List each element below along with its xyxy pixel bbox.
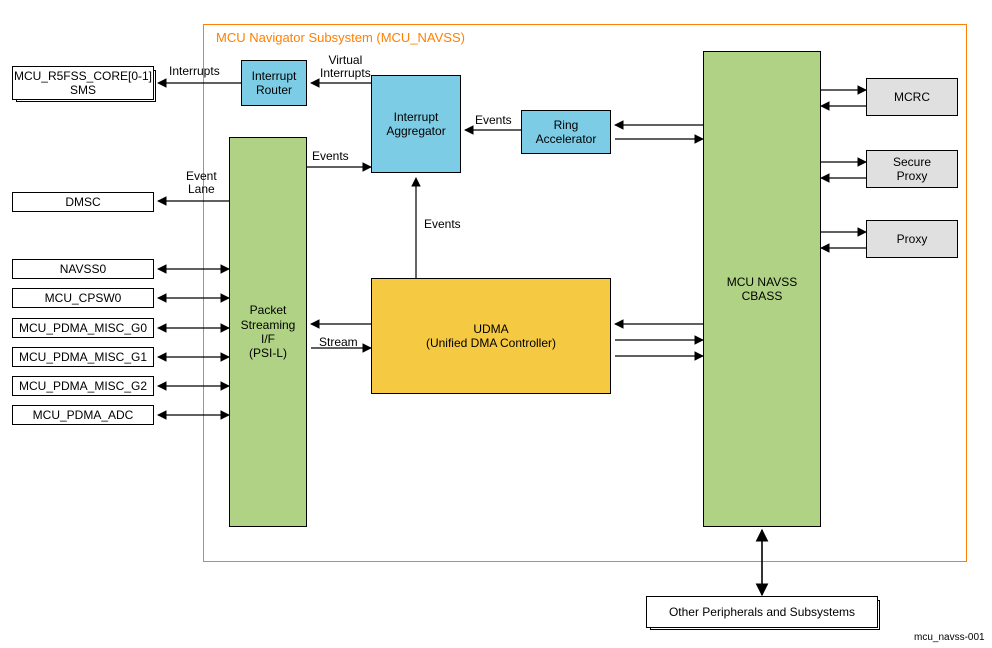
block-secure-proxy: Secure Proxy	[866, 150, 958, 188]
block-cpsw: MCU_CPSW0	[12, 288, 154, 308]
block-interrupt-aggregator: Interrupt Aggregator	[371, 75, 461, 173]
block-dmsc: DMSC	[12, 192, 154, 212]
lbl-stream: Stream	[319, 336, 358, 349]
lbl-interrupts: Interrupts	[169, 65, 220, 78]
block-cbass: MCU NAVSS CBASS	[703, 51, 821, 527]
lbl-event-lane: Event Lane	[186, 170, 217, 196]
block-mcrc: MCRC	[866, 78, 958, 116]
lbl-events2: Events	[312, 150, 349, 163]
block-psil: Packet Streaming I/F (PSI-L)	[229, 137, 307, 527]
figure-id: mcu_navss-001	[914, 632, 985, 643]
block-pdma-g0: MCU_PDMA_MISC_G0	[12, 318, 154, 338]
block-other-peripherals: Other Peripherals and Subsystems	[646, 596, 878, 628]
block-proxy: Proxy	[866, 220, 958, 258]
block-ring-accelerator: Ring Accelerator	[521, 110, 611, 154]
lbl-events1: Events	[475, 114, 512, 127]
block-navss0: NAVSS0	[12, 259, 154, 279]
lbl-events3: Events	[424, 218, 461, 231]
block-pdma-g1: MCU_PDMA_MISC_G1	[12, 347, 154, 367]
block-r5fss: MCU_R5FSS_CORE[0-1] SMS	[12, 66, 154, 100]
navss-title: MCU Navigator Subsystem (MCU_NAVSS)	[216, 30, 465, 45]
block-udma: UDMA (Unified DMA Controller)	[371, 278, 611, 394]
udma-title: UDMA	[473, 322, 508, 336]
block-pdma-adc: MCU_PDMA_ADC	[12, 405, 154, 425]
udma-subtitle: (Unified DMA Controller)	[426, 336, 556, 350]
lbl-virtual-interrupts: Virtual Interrupts	[320, 54, 371, 80]
block-pdma-g2: MCU_PDMA_MISC_G2	[12, 376, 154, 396]
block-interrupt-router: Interrupt Router	[241, 60, 307, 106]
